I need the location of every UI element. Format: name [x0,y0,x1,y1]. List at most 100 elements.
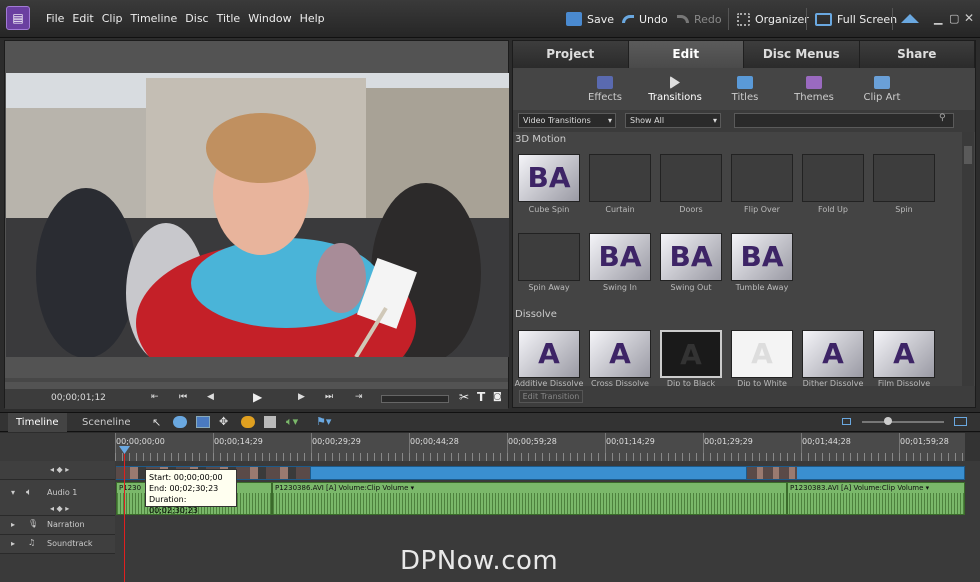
subtab-themes[interactable]: Themes [779,74,849,103]
minimize-icon[interactable]: ▁ [934,12,942,25]
menu-window[interactable]: Window [248,12,291,25]
zoom-out-icon[interactable] [842,418,851,425]
transition-thumb[interactable]: BA [660,233,722,281]
selection-tool-icon[interactable]: ↖ [152,416,161,429]
clip-art-icon [874,76,890,89]
tab-share[interactable]: Share [859,41,975,68]
marker-icon[interactable]: ⚑▾ [316,415,331,428]
freeze-frame-icon[interactable]: ◙ [493,392,502,402]
audio-clip-2-label: P1230386.AVI [A] Volume:Clip Volume ▾ [275,484,415,492]
menu-disc[interactable]: Disc [185,12,208,25]
transition-thumb[interactable]: A [518,330,580,378]
properties-icon[interactable] [264,416,276,428]
ruler-timecode: 00;01;14;29 [606,437,655,446]
transition-thumb[interactable]: A [802,330,864,378]
zoom-slider[interactable] [862,421,944,423]
save-button[interactable]: Save [566,10,614,28]
full-screen-button[interactable]: Full Screen [815,10,897,28]
next-edit-icon[interactable]: ⏭ [325,392,333,402]
smart-trim-icon[interactable] [196,416,210,428]
soundtrack-track-header: ▸ ♫ Soundtrack [0,535,115,554]
menu-edit[interactable]: Edit [72,12,93,25]
transition-thumb[interactable] [589,154,651,202]
playhead[interactable] [124,446,125,582]
expand-soundtrack-icon[interactable]: ▸ [11,539,15,548]
tab-project[interactable]: Project [513,41,629,68]
toolbar-divider [728,8,729,30]
monitor-controls: 00;00;01;12 ⇤ ⏮ ◀ ▶ ▶ ⏭ ⇥ ✂ T ◙ [5,389,508,409]
subtab-titles[interactable]: Titles [710,74,780,103]
motion-track-icon[interactable]: ✥ [219,415,228,428]
tab-timeline[interactable]: Timeline [8,413,67,432]
transition-thumb[interactable]: A [660,330,722,378]
zoom-in-icon[interactable] [954,417,967,426]
search-icon: ⚲ [939,113,946,123]
set-in-icon[interactable]: ⇤ [151,392,159,402]
transition-thumb[interactable]: A [731,330,793,378]
maximize-icon[interactable]: ▢ [949,12,959,25]
search-input[interactable] [734,113,954,128]
subtab-effects[interactable]: Effects [570,74,640,103]
time-ruler[interactable]: 00;00;00;00 00;00;14;29 00;00;29;29 00;00;4… [115,433,965,461]
video-clip-3-thumbnails [747,467,797,479]
menu-file[interactable]: File [46,12,64,25]
subtab-transitions[interactable]: Transitions [640,74,710,103]
transition-thumb[interactable]: A [873,330,935,378]
add-title-icon[interactable]: T [477,390,485,404]
tab-edit[interactable]: Edit [628,41,744,68]
zoom-slider-handle[interactable] [884,417,892,425]
monitor-scrubber[interactable] [5,378,508,382]
organizer-icon [737,12,750,26]
shuttle-slider[interactable] [381,395,449,403]
transition-thumb[interactable]: BA [589,233,651,281]
home-button[interactable] [901,9,919,27]
video-preview[interactable] [6,73,509,357]
transition-thumb[interactable] [731,154,793,202]
tab-sceneline[interactable]: Sceneline [74,413,139,432]
transition-thumb[interactable] [660,154,722,202]
menu-help[interactable]: Help [300,12,325,25]
scrollbar-thumb[interactable] [964,146,972,164]
tab-disc-menus[interactable]: Disc Menus [744,41,860,68]
audio-keyframe-nav-icon[interactable]: ◂ ◆ ▸ [50,504,69,513]
menu-clip[interactable]: Clip [102,12,123,25]
menu-bar: File Edit Clip Timeline Disc Title Windo… [46,12,325,25]
category-dropdown[interactable]: Video Transitions [518,113,616,128]
expand-audio1-icon[interactable]: ▾ [11,488,15,497]
ruler-timecode: 00;01;59;28 [900,437,949,446]
close-icon[interactable]: ✕ [964,11,974,25]
transition-thumb[interactable]: A [589,330,651,378]
previous-edit-icon[interactable]: ⏮ [179,392,187,402]
undo-button[interactable]: Undo [622,10,668,28]
keyframe-nav-icon[interactable]: ◂ ◆ ▸ [50,465,69,474]
subtab-clip-art[interactable]: Clip Art [847,74,917,103]
menu-title[interactable]: Title [217,12,241,25]
redo-button[interactable]: Redo [677,10,722,28]
transition-label: Tumble Away [735,283,789,292]
organizer-label: Organizer [755,12,809,26]
expand-narration-icon[interactable]: ▸ [11,520,15,529]
edit-transition-button[interactable]: Edit Transition [519,390,583,403]
play-icon[interactable]: ▶ [253,390,262,404]
transition-thumb[interactable] [518,233,580,281]
transition-thumb[interactable]: BA [731,233,793,281]
speaker-icon[interactable]: 🔈︎ [26,487,32,498]
ruler-header [0,433,115,461]
audio-mixer-icon[interactable]: 🔈︎▾ [286,415,298,429]
split-clip-icon[interactable]: ✂ [459,390,469,404]
transition-thumb[interactable] [802,154,864,202]
set-out-icon[interactable]: ⇥ [355,392,363,402]
step-back-icon[interactable]: ◀ [207,392,214,402]
smart-mix-icon[interactable] [241,416,255,428]
transition-thumb[interactable]: BA [518,154,580,202]
time-stretch-icon[interactable] [173,416,187,428]
transitions-scrollbar[interactable] [962,132,974,386]
step-forward-icon[interactable]: ▶ [298,392,305,402]
video-clip-2[interactable] [310,466,747,480]
transition-thumb[interactable] [873,154,935,202]
organizer-button[interactable]: Organizer [737,10,809,28]
show-dropdown[interactable]: Show All [625,113,721,128]
monitor-timecode: 00;00;01;12 [51,393,106,403]
menu-timeline[interactable]: Timeline [131,12,178,25]
full-screen-label: Full Screen [837,12,898,26]
